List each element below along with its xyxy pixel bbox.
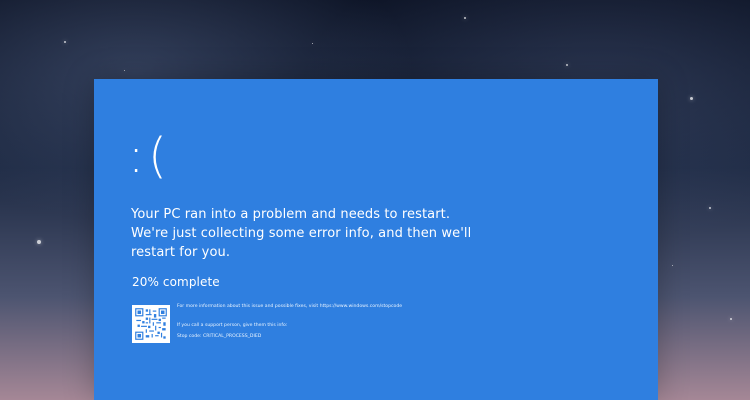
restart-progress: 20% complete <box>132 275 220 289</box>
blue-screen-error-window: :( Your PC ran into a problem and needs … <box>94 79 658 400</box>
star-decoration <box>312 43 313 44</box>
stop-code-text: Stop code: CRITICAL_PROCESS_DIED <box>177 334 262 339</box>
error-details: For more information about this issue an… <box>177 304 487 340</box>
star-decoration <box>464 17 466 19</box>
sad-face-icon: :( <box>128 128 171 184</box>
star-decoration <box>566 64 568 66</box>
star-decoration <box>690 97 693 100</box>
qr-code-icon <box>132 305 170 343</box>
star-decoration <box>709 207 711 209</box>
desktop-night-sky: :( Your PC ran into a problem and needs … <box>0 0 750 400</box>
star-decoration <box>64 41 66 43</box>
error-message: Your PC ran into a problem and needs to … <box>131 207 472 260</box>
star-decoration <box>730 318 732 320</box>
star-decoration <box>672 265 673 266</box>
star-decoration <box>37 240 41 244</box>
star-decoration <box>124 70 125 71</box>
